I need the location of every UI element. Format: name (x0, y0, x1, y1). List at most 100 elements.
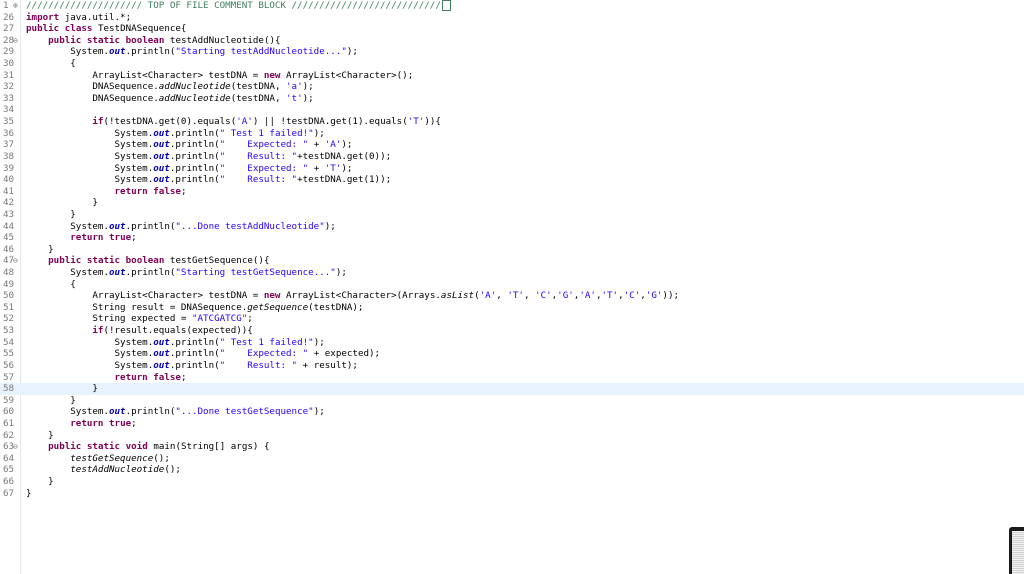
code-text: ///////////////////// TOP OF FILE COMMEN… (26, 0, 451, 12)
code-token: } (26, 487, 32, 499)
code-token: ; (180, 185, 187, 197)
code-token: out (153, 174, 170, 186)
line-number: 43 (3, 208, 15, 220)
fold-expand-icon[interactable]: ⊕ (13, 0, 18, 12)
code-token: )); (662, 290, 680, 302)
code-text: return true; (26, 418, 136, 430)
code-token: boolean (125, 34, 165, 46)
code-line-44[interactable]: 44 System.out.println("...Done testAddNu… (0, 221, 1024, 233)
code-line-37[interactable]: 37 System.out.println(" Expected: " + 'A… (0, 139, 1024, 151)
code-line-47[interactable]: 47 ⊖ public static boolean testGetSequenc… (0, 255, 1024, 267)
code-line-51[interactable]: 51 String result = DNASequence.getSequen… (0, 302, 1024, 314)
code-line-35[interactable]: 35 if(!testDNA.get(0).equals('A') || !te… (0, 116, 1024, 128)
code-line-59[interactable]: 59 } (0, 395, 1024, 407)
code-lines[interactable]: 1 ⊕///////////////////// TOP OF FILE COMM… (0, 0, 1024, 499)
code-line-55[interactable]: 55 System.out.println(" Expected: " + ex… (0, 348, 1024, 360)
fold-collapse-icon[interactable]: ⊖ (13, 255, 18, 267)
code-line-28[interactable]: 28 ⊖ public static boolean testAddNucleot… (0, 35, 1024, 47)
code-text: return false; (26, 185, 187, 198)
code-line-31[interactable]: 31 ArrayList<Character> testDNA = new Ar… (0, 70, 1024, 82)
code-line-64[interactable]: 64 testGetSequence(); (0, 453, 1024, 465)
code-line-60[interactable]: 60 System.out.println("...Done testGetSe… (0, 406, 1024, 418)
code-token: } (26, 429, 54, 441)
code-line-65[interactable]: 65 testAddNucleotide(); (0, 464, 1024, 476)
overview-ruler[interactable] (1009, 527, 1024, 574)
code-line-46[interactable]: 46 } (0, 244, 1024, 256)
code-line-41[interactable]: 41 return false; (0, 186, 1024, 198)
line-number: 40 (3, 174, 15, 186)
code-line-34[interactable]: 34 (0, 104, 1024, 116)
code-token: 'a' (286, 81, 303, 93)
code-line-66[interactable]: 66 } (0, 476, 1024, 488)
code-text: testGetSequence(); (26, 453, 170, 465)
code-text: DNASequence.addNucleotide(testDNA, 'a'); (26, 81, 313, 93)
code-token: +testDNA.get(1)); (297, 174, 392, 186)
line-number: 27 (3, 23, 15, 35)
code-line-53[interactable]: 53 if(!result.equals(expected)){ (0, 325, 1024, 337)
code-token: 'A' (479, 290, 497, 302)
code-token: "...Done testGetSequence" (175, 406, 314, 418)
code-line-29[interactable]: 29 System.out.println("Starting testAddN… (0, 46, 1024, 58)
code-line-52[interactable]: 52 String expected = "ATCGATCG"; (0, 313, 1024, 325)
text-cursor-box (441, 0, 451, 11)
code-token: DNASequence. (26, 92, 159, 104)
code-text: System.out.println("...Done testGetSeque… (26, 406, 325, 418)
code-line-54[interactable]: 54 System.out.println(" Test 1 failed!")… (0, 337, 1024, 349)
code-line-27[interactable]: 27 public class TestDNASequence{ (0, 23, 1024, 35)
code-line-33[interactable]: 33 DNASequence.addNucleotide(testDNA, 't… (0, 93, 1024, 105)
code-editor[interactable]: 1 ⊕///////////////////// TOP OF FILE COMM… (0, 0, 1024, 574)
code-line-56[interactable]: 56 System.out.println(" Result: " + resu… (0, 360, 1024, 372)
code-token: (testDNA); (308, 301, 364, 313)
code-line-48[interactable]: 48 System.out.println("Starting testGetS… (0, 267, 1024, 279)
code-token: 'G' (645, 290, 663, 302)
code-token: 'T' (407, 116, 425, 128)
code-line-40[interactable]: 40 System.out.println(" Result: "+testDN… (0, 174, 1024, 186)
code-line-58[interactable]: 58 } (0, 383, 1024, 395)
code-token: ); (313, 406, 325, 418)
line-number: 34 (3, 104, 15, 116)
code-token: 'T' (601, 290, 619, 302)
code-token: " Expected: " (219, 162, 309, 174)
code-line-67[interactable]: 67} (0, 488, 1024, 500)
overview-ruler-thumb[interactable] (1012, 531, 1024, 574)
line-number: 54 (3, 336, 15, 348)
fold-collapse-icon[interactable]: ⊖ (13, 35, 18, 47)
code-line-36[interactable]: 36 System.out.println(" Test 1 failed!")… (0, 128, 1024, 140)
line-number: 45 (3, 232, 15, 244)
code-line-61[interactable]: 61 return true; (0, 418, 1024, 430)
code-line-38[interactable]: 38 System.out.println(" Result: "+testDN… (0, 151, 1024, 163)
code-token: .println( (169, 162, 220, 174)
code-token: out (153, 162, 170, 174)
code-line-42[interactable]: 42 } (0, 197, 1024, 209)
code-line-1[interactable]: 1 ⊕///////////////////// TOP OF FILE COMM… (0, 0, 1024, 12)
line-number: 53 (3, 325, 15, 337)
code-token: .println( (125, 267, 176, 279)
code-line-30[interactable]: 30 { (0, 58, 1024, 70)
code-token: 'T' (507, 290, 524, 302)
code-text: } (26, 488, 32, 500)
code-token: 'A' (324, 139, 342, 151)
code-line-45[interactable]: 45 return true; (0, 232, 1024, 244)
line-number: 33 (3, 92, 15, 104)
code-token: out (108, 267, 126, 279)
code-token: System. (26, 220, 109, 232)
code-token: out (108, 220, 126, 232)
code-line-50[interactable]: 50 ArrayList<Character> testDNA = new Ar… (0, 290, 1024, 302)
code-line-39[interactable]: 39 System.out.println(" Expected: " + 'T… (0, 163, 1024, 175)
code-line-57[interactable]: 57 return false; (0, 372, 1024, 384)
code-line-63[interactable]: 63 ⊖ public static void main(String[] arg… (0, 441, 1024, 453)
fold-collapse-icon[interactable]: ⊖ (13, 441, 18, 453)
code-line-26[interactable]: 26 import java.util.*; (0, 12, 1024, 24)
code-token: .println( (169, 139, 220, 151)
code-text: ArrayList<Character> testDNA = new Array… (26, 70, 413, 82)
code-line-32[interactable]: 32 DNASequence.addNucleotide(testDNA, 'a… (0, 81, 1024, 93)
line-number: 41 (3, 185, 15, 197)
line-number: 26 (3, 11, 15, 23)
code-line-49[interactable]: 49 { (0, 279, 1024, 291)
code-token: ArrayList<Character>(Arrays. (280, 290, 441, 302)
code-token: ); (313, 127, 325, 139)
code-line-43[interactable]: 43 } (0, 209, 1024, 221)
code-line-62[interactable]: 62 } (0, 430, 1024, 442)
